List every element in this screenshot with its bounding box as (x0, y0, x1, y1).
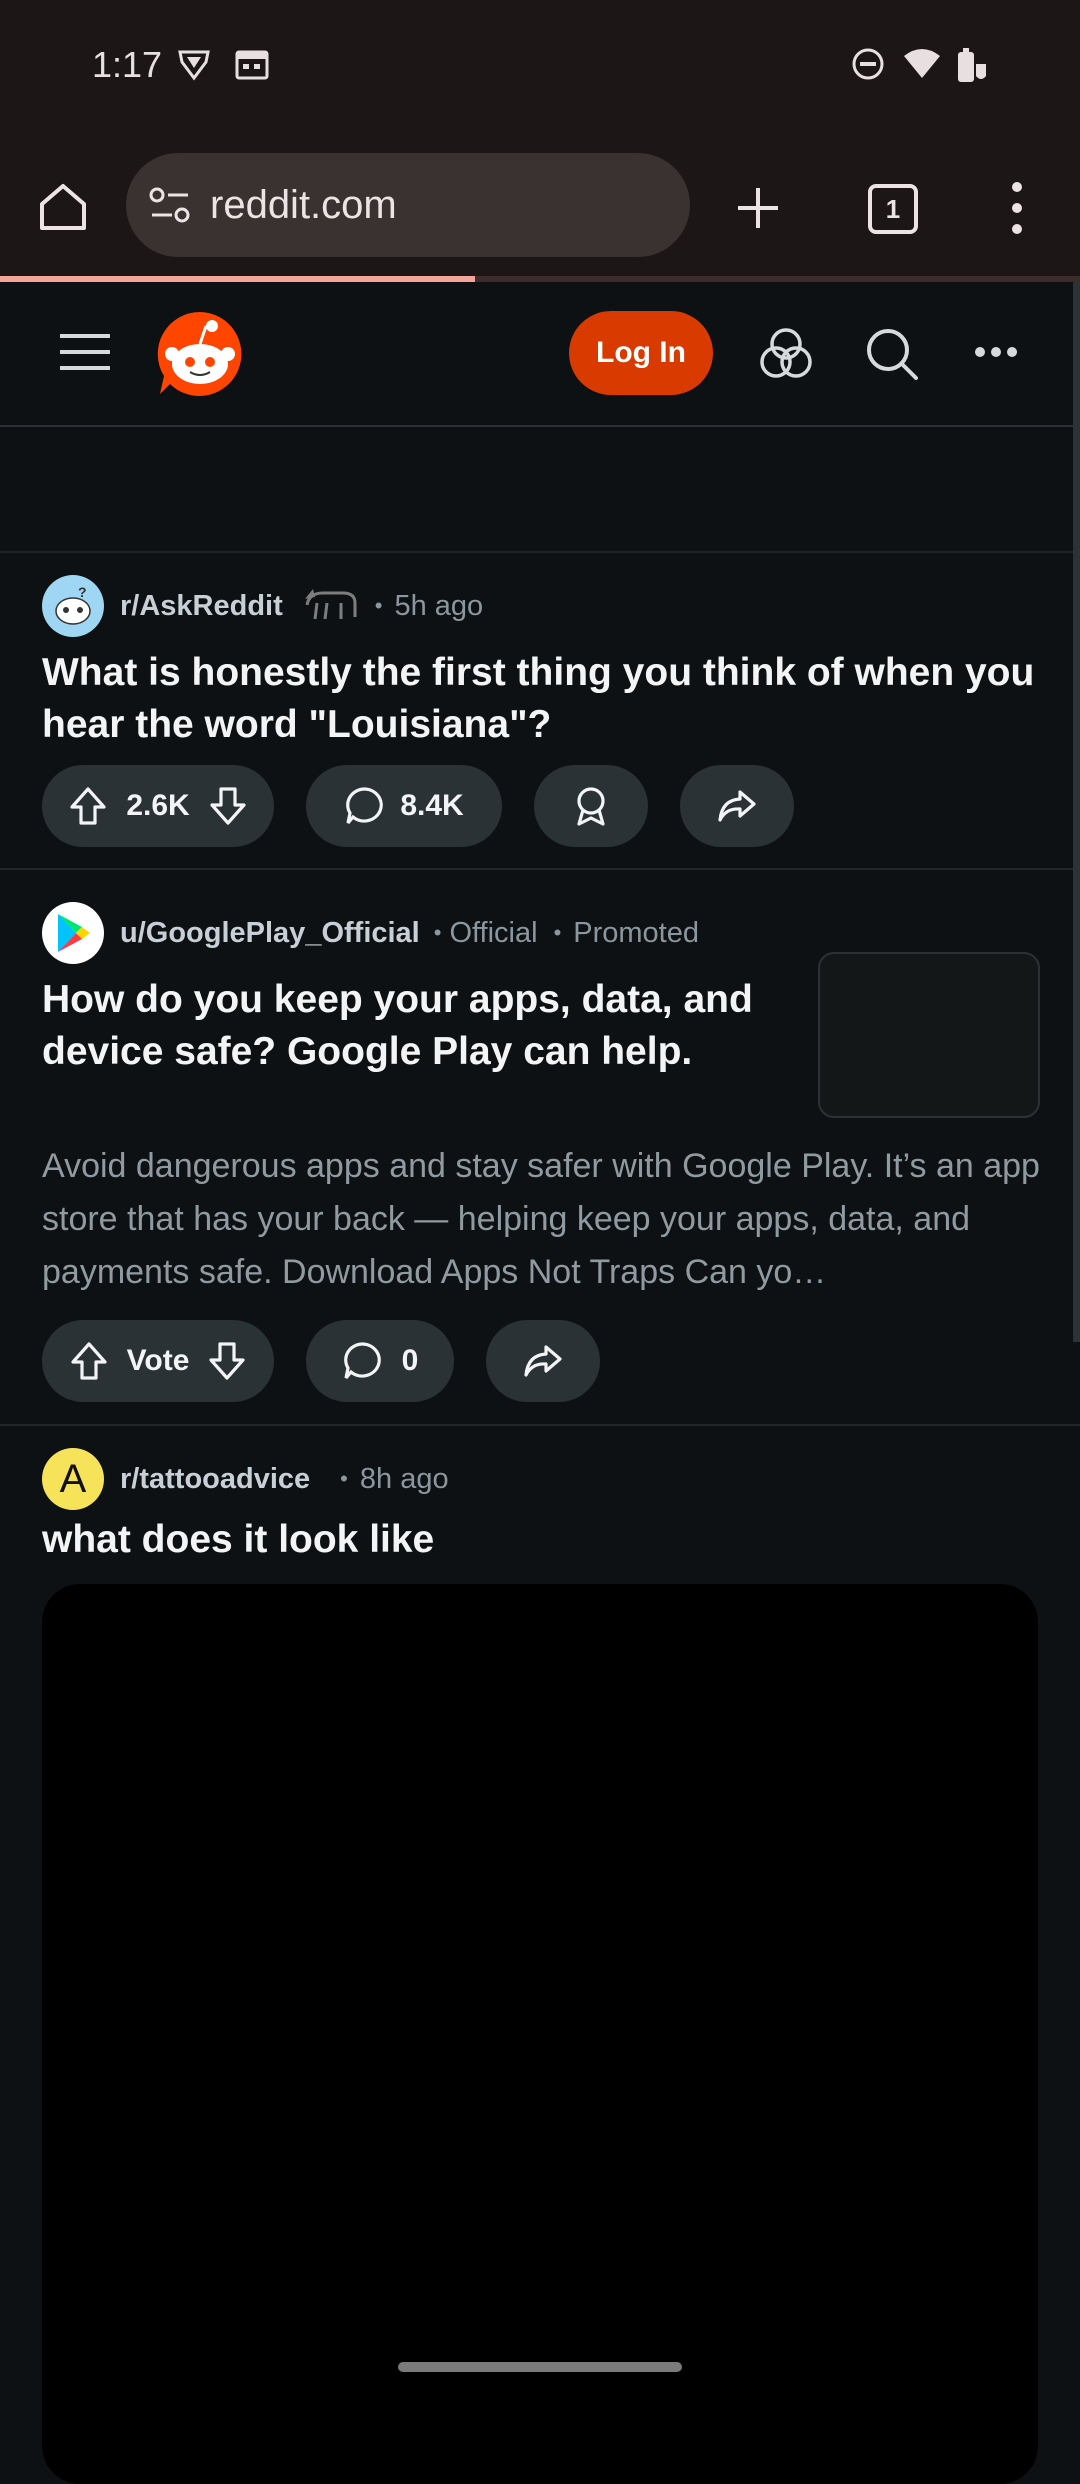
promoted-label: Promoted (573, 916, 699, 949)
award-icon (570, 784, 612, 828)
comments-button[interactable]: 8.4K (306, 765, 502, 847)
subreddit-avatar[interactable]: A (42, 1448, 104, 1510)
status-time: 1:17 (92, 44, 163, 85)
home-icon[interactable] (36, 180, 90, 239)
reddit-logo[interactable] (156, 310, 244, 403)
status-bar: 1:17 (0, 0, 1080, 140)
browser-menu-icon[interactable] (1004, 180, 1030, 241)
feed-post[interactable]: ? r/AskReddit • 5h ago What is honestly … (0, 553, 1080, 870)
more-options-icon[interactable] (974, 344, 1018, 365)
separator-dot: • (553, 920, 562, 945)
vote-count: 2.6K (126, 789, 190, 822)
post-time: 8h ago (359, 1462, 449, 1495)
promoted-post[interactable]: u/GooglePlay_Official • Official • Promo… (0, 870, 1080, 1426)
hamburger-menu-icon[interactable] (60, 332, 110, 377)
comment-count: 0 (401, 1344, 419, 1377)
vote-label: Vote (126, 1344, 190, 1377)
search-icon[interactable] (864, 326, 920, 387)
do-not-disturb-icon (850, 46, 886, 87)
new-tab-icon[interactable] (734, 184, 782, 237)
post-title[interactable]: what does it look like (42, 1514, 1042, 1566)
comment-icon (342, 1340, 384, 1382)
post-meta: ? r/AskReddit • 5h ago (42, 575, 483, 637)
upvote-icon[interactable] (68, 785, 108, 827)
reddit-header: Log In (0, 282, 1080, 427)
svg-text:?: ? (78, 584, 87, 600)
empty-banner-area (0, 427, 1080, 553)
post-media[interactable] (42, 1584, 1038, 2484)
tab-count: 1 (885, 193, 901, 224)
post-title[interactable]: How do you keep your apps, data, and dev… (42, 974, 782, 1078)
downvote-icon[interactable] (207, 1340, 247, 1382)
gesture-home-bar[interactable] (398, 2362, 682, 2372)
post-time: 5h ago (394, 589, 484, 622)
url-text: reddit.com (210, 183, 397, 227)
post-meta: u/GooglePlay_Official • Official • Promo… (42, 902, 699, 964)
vpn-shield-icon (176, 46, 212, 87)
separator-dot: • (340, 1466, 348, 1491)
downvote-icon[interactable] (208, 785, 248, 827)
separator-dot: • (433, 920, 442, 945)
communities-icon[interactable] (758, 326, 814, 387)
share-icon (522, 1341, 564, 1381)
subreddit-name[interactable]: r/tattooadvice (120, 1463, 310, 1496)
post-body[interactable]: Avoid dangerous apps and stay safer with… (42, 1140, 1042, 1299)
official-label: Official (449, 916, 538, 949)
share-icon (716, 786, 758, 826)
battery-icon (954, 46, 990, 91)
site-settings-icon[interactable] (148, 185, 192, 230)
address-bar[interactable]: reddit.com (126, 153, 690, 257)
author-name[interactable]: u/GooglePlay_Official (120, 917, 420, 950)
share-button[interactable] (486, 1320, 600, 1402)
post-title[interactable]: What is honestly the first thing you thi… (42, 647, 1042, 751)
award-button[interactable] (534, 765, 648, 847)
share-button[interactable] (680, 765, 794, 847)
comments-button[interactable]: 0 (306, 1320, 454, 1402)
flair-image-icon (303, 583, 359, 629)
avatar-letter: A (59, 1456, 87, 1501)
post-meta: A r/tattooadvice • 8h ago (42, 1448, 449, 1510)
login-button[interactable]: Log In (569, 311, 713, 395)
browser-toolbar: reddit.com 1 (0, 140, 1080, 278)
page-scrollbar[interactable] (1073, 282, 1080, 1342)
subreddit-name[interactable]: r/AskReddit (120, 590, 283, 623)
comment-icon (344, 785, 386, 827)
vote-control: 2.6K (42, 765, 274, 847)
separator-dot: • (374, 593, 383, 618)
upvote-icon[interactable] (69, 1340, 109, 1382)
post-thumbnail[interactable] (818, 952, 1040, 1118)
tab-switcher-button[interactable]: 1 (868, 184, 918, 234)
vote-control: Vote (42, 1320, 274, 1402)
comment-count: 8.4K (400, 789, 464, 822)
calendar-icon (234, 46, 270, 87)
subreddit-avatar[interactable]: ? (42, 575, 104, 637)
google-play-avatar[interactable] (42, 902, 104, 964)
wifi-icon (902, 46, 942, 87)
